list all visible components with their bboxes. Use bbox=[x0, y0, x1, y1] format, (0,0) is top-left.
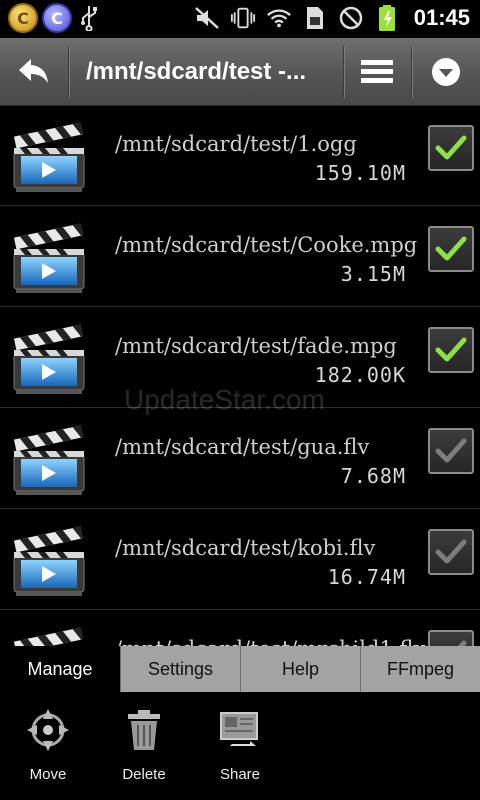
coin-c-gold-icon: C bbox=[8, 3, 38, 33]
action-toolbar: Move Delete Share bbox=[0, 692, 480, 800]
dropdown-button[interactable] bbox=[412, 38, 480, 106]
share-button[interactable]: Share bbox=[192, 706, 288, 792]
file-path: /mnt/sdcard/test/Cooke.mpg bbox=[115, 233, 418, 257]
tab-settings[interactable]: Settings bbox=[120, 646, 240, 692]
select-checkbox[interactable] bbox=[428, 226, 474, 272]
tab-help[interactable]: Help bbox=[240, 646, 360, 692]
file-path: /mnt/sdcard/test/1.ogg bbox=[115, 132, 357, 156]
select-checkbox[interactable] bbox=[428, 529, 474, 575]
list-item[interactable]: /mnt/sdcard/test/kobi.flv 16.74M bbox=[0, 510, 480, 610]
checkmark-icon bbox=[435, 539, 467, 564]
move-icon bbox=[24, 706, 72, 754]
list-menu-icon bbox=[361, 60, 393, 83]
file-size: 16.74M bbox=[327, 565, 406, 589]
separator bbox=[68, 46, 69, 98]
select-checkbox[interactable] bbox=[428, 428, 474, 474]
no-signal-icon bbox=[338, 4, 364, 32]
list-item[interactable]: /mnt/sdcard/test/mrchild1.flv bbox=[0, 611, 480, 646]
video-clapperboard-icon bbox=[12, 223, 88, 295]
menu-button[interactable] bbox=[344, 38, 410, 106]
select-checkbox[interactable] bbox=[428, 327, 474, 373]
delete-label: Delete bbox=[122, 766, 166, 783]
file-size: 3.15M bbox=[340, 262, 406, 286]
tab-manage[interactable]: Manage bbox=[0, 646, 120, 692]
file-list: /mnt/sdcard/test/1.ogg 159.10M /mnt/sdca… bbox=[0, 106, 480, 646]
list-item[interactable]: /mnt/sdcard/test/1.ogg 159.10M bbox=[0, 106, 480, 206]
coin-c-blue-icon: C bbox=[42, 3, 72, 33]
delete-button[interactable]: Delete bbox=[96, 706, 192, 792]
video-clapperboard-icon bbox=[12, 627, 88, 646]
checkmark-icon bbox=[435, 337, 467, 362]
video-clapperboard-icon bbox=[12, 324, 88, 396]
file-path: /mnt/sdcard/test/fade.mpg bbox=[115, 334, 397, 358]
vibrate-icon bbox=[230, 4, 256, 32]
video-clapperboard-icon bbox=[12, 122, 88, 194]
battery-charging-icon bbox=[374, 4, 400, 32]
back-button[interactable] bbox=[0, 38, 68, 106]
file-path: /mnt/sdcard/test/gua.flv bbox=[115, 435, 370, 459]
list-item[interactable]: /mnt/sdcard/test/Cooke.mpg 3.15M bbox=[0, 207, 480, 307]
file-size: 182.00K bbox=[314, 363, 406, 387]
file-path: /mnt/sdcard/test/mrchild1.flv bbox=[115, 637, 425, 646]
checkmark-icon bbox=[435, 135, 467, 160]
select-checkbox[interactable] bbox=[428, 630, 474, 646]
video-clapperboard-icon bbox=[12, 425, 88, 497]
checkmark-icon bbox=[435, 236, 467, 261]
status-bar: C C 01:45 bbox=[0, 0, 480, 38]
checkmark-icon bbox=[457, 640, 467, 646]
chevron-down-circle-icon bbox=[432, 58, 460, 86]
bottom-tabs: Manage Settings Help FFmpeg bbox=[0, 646, 480, 692]
wifi-icon bbox=[266, 4, 292, 32]
file-path: /mnt/sdcard/test/kobi.flv bbox=[115, 536, 376, 560]
video-clapperboard-icon bbox=[12, 526, 88, 598]
mute-icon bbox=[194, 4, 220, 32]
move-label: Move bbox=[29, 766, 67, 783]
checkmark-icon bbox=[435, 438, 467, 463]
move-button[interactable]: Move bbox=[0, 706, 96, 792]
list-item[interactable]: /mnt/sdcard/test/gua.flv 7.68M bbox=[0, 409, 480, 509]
list-item[interactable]: /mnt/sdcard/test/fade.mpg 182.00K bbox=[0, 308, 480, 408]
back-arrow-icon bbox=[19, 59, 48, 83]
action-bar: /mnt/sdcard/test -... bbox=[0, 38, 480, 106]
share-label: Share bbox=[219, 766, 261, 783]
trash-icon bbox=[120, 706, 168, 754]
file-size: 159.10M bbox=[314, 161, 406, 185]
file-size: 7.68M bbox=[340, 464, 406, 488]
page-title: /mnt/sdcard/test -... bbox=[86, 58, 307, 85]
tab-ffmpeg[interactable]: FFmpeg bbox=[360, 646, 480, 692]
sim-icon bbox=[302, 4, 328, 32]
usb-icon bbox=[76, 4, 102, 32]
share-icon bbox=[216, 706, 264, 754]
clock: 01:45 bbox=[413, 5, 470, 30]
select-checkbox[interactable] bbox=[428, 125, 474, 171]
